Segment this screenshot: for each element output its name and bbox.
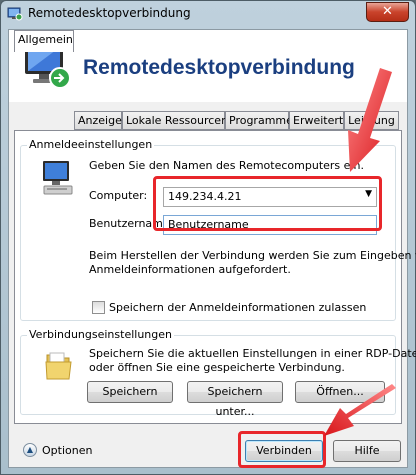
- remote-desktop-icon: [7, 7, 23, 21]
- connection-settings-legend: Verbindungseinstellungen: [27, 328, 174, 341]
- open-button[interactable]: Öffnen...: [295, 381, 385, 403]
- username-label: Benutzername:: [89, 217, 174, 230]
- computer-label: Computer:: [89, 189, 148, 202]
- logon-settings-legend: Anmeldeeinstellungen: [27, 138, 155, 151]
- save-as-button[interactable]: Speichern unter...: [187, 381, 283, 418]
- save-credentials-label[interactable]: Speichern der Anmeldeinformationen zulas…: [109, 301, 366, 314]
- rdp-window: Remotedesktopverbindung ✕ Remotedesktopv…: [0, 0, 416, 475]
- close-button[interactable]: ✕: [366, 2, 409, 22]
- username-input[interactable]: Benutzername: [163, 215, 377, 235]
- connection-description-line1: Speichern Sie die aktuellen Einstellunge…: [89, 347, 416, 360]
- tab-erweitert[interactable]: Erweitert: [289, 111, 344, 130]
- options-toggle[interactable]: Optionen: [42, 444, 92, 457]
- tab-anzeige[interactable]: Anzeige: [74, 111, 122, 130]
- chevron-up-icon[interactable]: ▲: [23, 443, 37, 457]
- banner-title: Remotedesktopverbindung: [83, 56, 355, 79]
- logon-description: Geben Sie den Namen des Remotecomputers …: [89, 159, 364, 172]
- computer-value: 149.234.4.21: [168, 190, 242, 203]
- save-credentials-checkbox[interactable]: [92, 301, 105, 314]
- save-button[interactable]: Speichern: [87, 381, 173, 403]
- window-title: Remotedesktopverbindung: [28, 6, 191, 20]
- title-bar[interactable]: Remotedesktopverbindung ✕: [1, 1, 415, 29]
- logon-info-line1: Beim Herstellen der Verbindung werden Si…: [89, 249, 416, 262]
- help-button[interactable]: Hilfe: [333, 440, 401, 462]
- tab-programme[interactable]: Programme: [225, 111, 293, 130]
- connection-description-line2: oder öffnen Sie eine gespeicherte Verbin…: [89, 361, 345, 374]
- tab-leistung[interactable]: Leistung: [344, 111, 399, 130]
- chevron-down-icon[interactable]: ▼: [365, 189, 372, 199]
- folder-icon: [45, 352, 72, 380]
- username-value: Benutzername: [168, 218, 249, 231]
- tab-allgemein[interactable]: Allgemein: [14, 30, 74, 52]
- dialog-client: Remotedesktopverbindung Allgemein Anzeig…: [8, 29, 416, 468]
- connect-button[interactable]: Verbinden: [245, 440, 323, 462]
- tab-lokale-ressourcen[interactable]: Lokale Ressourcen: [122, 111, 228, 130]
- tab-panel-allgemein: Anmeldeeinstellungen Geben Sie den Namen…: [14, 130, 416, 424]
- computer-combobox[interactable]: 149.234.4.21 ▼: [163, 187, 377, 207]
- computer-icon: [43, 161, 73, 195]
- logon-info-line2: Anmeldeinformationen aufgefordert.: [89, 263, 291, 276]
